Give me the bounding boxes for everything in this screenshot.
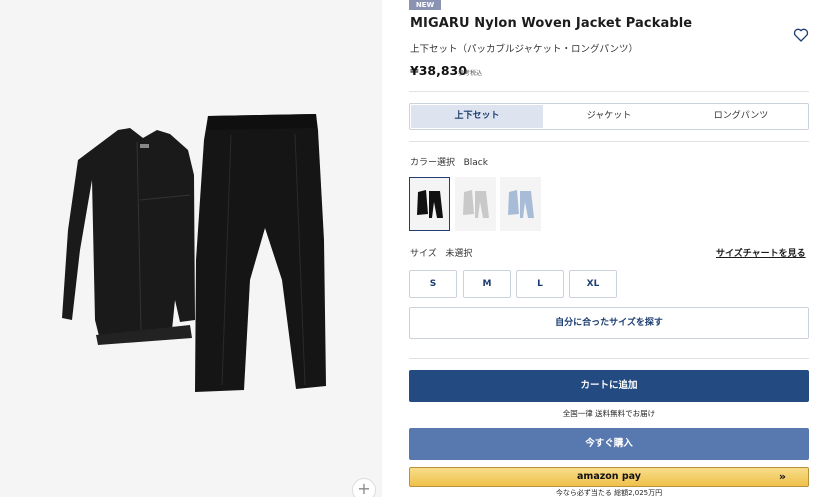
size-select-label: サイズ 未選択 — [410, 246, 472, 259]
size-button-s[interactable]: S — [409, 270, 457, 298]
tab-set[interactable]: 上下セット — [411, 105, 543, 128]
size-label-text: サイズ — [410, 249, 437, 259]
divider — [409, 358, 809, 359]
zoom-button[interactable]: + — [352, 478, 376, 497]
color-swatch-gray[interactable] — [455, 177, 496, 231]
chevron-right-icon: » — [778, 470, 786, 483]
jacket-illustration — [62, 128, 195, 345]
product-title: MIGARU Nylon Woven Jacket Packable — [410, 16, 693, 31]
product-image-gallery[interactable]: + — [0, 0, 382, 497]
product-subtitle: 上下セット（パッカブルジャケット・ロングパンツ） — [410, 44, 639, 55]
selected-color: Black — [463, 158, 488, 168]
swatch-gray-image — [463, 190, 489, 218]
amazon-pay-button[interactable]: amazon pay » — [409, 467, 809, 487]
size-chart-link[interactable]: サイズチャートを見る — [716, 246, 806, 259]
tab-long-pants[interactable]: ロングパンツ — [675, 105, 807, 128]
find-my-size-button[interactable]: 自分に合ったサイズを探す — [409, 307, 809, 339]
size-button-l[interactable]: L — [516, 270, 564, 298]
divider — [409, 91, 809, 92]
size-button-xl[interactable]: XL — [569, 270, 617, 298]
new-badge: NEW — [409, 0, 441, 10]
variant-tabs: 上下セット ジャケット ロングパンツ — [409, 103, 809, 130]
product-photo — [62, 114, 326, 392]
tab-jacket[interactable]: ジャケット — [543, 105, 675, 128]
color-swatch-light-blue[interactable] — [500, 177, 541, 231]
price-tax-note: 参考税込 — [458, 70, 483, 77]
swatch-blue-image — [508, 190, 534, 218]
color-select-label: カラー選択 Black — [410, 155, 488, 168]
free-shipping-note: 全国一律 送料無料でお届け — [562, 409, 656, 418]
amazon-pay-logo: amazon pay — [577, 471, 641, 482]
color-swatch-black[interactable] — [409, 177, 450, 231]
swatch-black-image — [417, 190, 443, 218]
size-button-m[interactable]: M — [463, 270, 511, 298]
add-to-cart-button[interactable]: カートに追加 — [409, 370, 809, 402]
pants-illustration — [195, 114, 326, 392]
color-label-text: カラー選択 — [410, 158, 456, 168]
buy-now-button[interactable]: 今すぐ購入 — [409, 428, 809, 460]
size-selected-status: 未選択 — [445, 249, 473, 259]
amazon-pay-promo: 今なら必ず当たる 総額2,025万円 — [555, 489, 663, 497]
favorite-heart-icon[interactable] — [793, 27, 809, 43]
divider — [409, 141, 809, 142]
